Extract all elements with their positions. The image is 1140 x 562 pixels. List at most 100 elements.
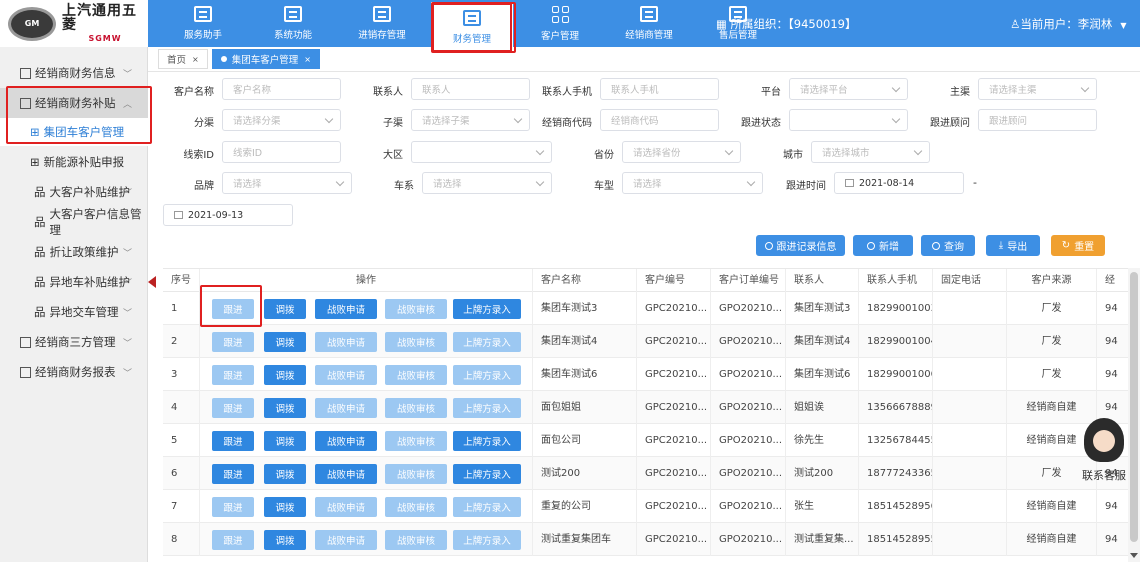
button-label: 查询 [944,242,964,253]
series-select[interactable]: 请选择 [422,172,552,194]
scroll-down-icon[interactable] [1130,553,1138,558]
defeat-review-button[interactable]: 战败审核 [385,299,447,319]
row-order-code: GPO20210... [711,457,786,490]
transfer-button[interactable]: 调拨 [264,530,306,550]
tab-group-car-customer[interactable]: 集团车客户管理 × [211,49,320,69]
tab-home[interactable]: 首页 × [158,49,208,69]
sidebar-item-group-car-customer[interactable]: ⊞ 集团车客户管理 [0,118,148,146]
branch-channel-select[interactable]: 请选择分渠 [222,109,341,131]
sidebar-collapse-toggle[interactable] [148,276,156,288]
transfer-button[interactable]: 调拨 [264,398,306,418]
defeat-review-button[interactable]: 战败审核 [385,332,447,352]
follow-up-button[interactable]: 跟进 [212,497,254,517]
plate-entry-button[interactable]: 上牌方录入 [453,299,521,319]
sidebar-item-new-energy-subsidy[interactable]: ⊞ 新能源补贴申报 [0,147,148,177]
table-row: 7 重复的公司 GPC20210... GPO20210... 张生 1851452895… [163,490,1140,523]
province-select[interactable]: 请选择省份 [622,141,741,163]
add-button[interactable]: 新增 [853,235,913,256]
transfer-button[interactable]: 调拨 [264,497,306,517]
follow-time-start[interactable]: 2021-08-14 [834,172,964,194]
defeat-apply-button[interactable]: 战败申请 [315,497,377,517]
defeat-apply-button[interactable]: 战败申请 [315,431,377,451]
follow-up-button[interactable]: 跟进 [212,530,254,550]
defeat-review-button[interactable]: 战败审核 [385,464,447,484]
nav-dealer[interactable]: 经销商管理 [608,0,690,47]
chevron-down-icon [324,114,334,124]
close-icon[interactable]: × [304,55,311,64]
defeat-review-button[interactable]: 战败审核 [385,398,447,418]
scrollbar-thumb[interactable] [1130,272,1138,542]
clue-id-input[interactable]: 线索ID [222,141,341,163]
defeat-apply-button[interactable]: 战败申请 [315,299,377,319]
defeat-apply-button[interactable]: 战败申请 [315,332,377,352]
city-select[interactable]: 请选择城市 [811,141,930,163]
follow-up-button[interactable]: 跟进 [212,431,254,451]
follow-time-end[interactable]: 2021-09-13 [163,204,293,226]
sidebar-item-dealer-third-party[interactable]: 经销商三方管理 ﹀ [0,327,148,357]
sidebar-item-remote-delivery[interactable]: 品异地交车管理 ﹀ [0,297,148,327]
customer-service-widget[interactable]: 联系客服 [1076,418,1132,488]
defeat-review-button[interactable]: 战败审核 [385,497,447,517]
row-customer-name: 面包姐姐 [533,391,637,424]
follow-up-button[interactable]: 跟进 [212,464,254,484]
table-scrollbar[interactable] [1128,268,1140,562]
reset-button[interactable]: ↻ 重置 [1051,235,1105,256]
plate-entry-button[interactable]: 上牌方录入 [453,431,521,451]
transfer-button[interactable]: 调拨 [264,332,306,352]
brand-select[interactable]: 请选择 [222,172,352,194]
platform-select[interactable]: 请选择平台 [789,78,908,100]
defeat-apply-button[interactable]: 战败申请 [315,464,377,484]
model-select[interactable]: 请选择 [622,172,763,194]
follow-up-button[interactable]: 跟进 [212,365,254,385]
nav-customer[interactable]: 客户管理 [519,0,601,47]
close-icon[interactable]: × [192,55,199,64]
sidebar-item-key-account-subsidy[interactable]: 品大客户补贴维护 ﹀ [0,177,148,207]
sub-channel-select[interactable]: 请选择子渠 [411,109,530,131]
plate-entry-button[interactable]: 上牌方录入 [453,464,521,484]
follow-up-button[interactable]: 跟进 [212,398,254,418]
nav-inventory[interactable]: 进销存管理 [341,0,423,47]
follow-status-select[interactable] [789,109,908,131]
row-contact: 测试重复集... [786,523,859,556]
follow-records-button[interactable]: 跟进记录信息 [756,235,845,256]
follow-up-button[interactable]: 跟进 [212,332,254,352]
customer-name-input[interactable]: 客户名称 [222,78,341,100]
transfer-button[interactable]: 调拨 [264,365,306,385]
transfer-button[interactable]: 调拨 [264,431,306,451]
plate-entry-button[interactable]: 上牌方录入 [453,398,521,418]
plate-entry-button[interactable]: 上牌方录入 [453,365,521,385]
sidebar-item-dealer-finance-info[interactable]: 经销商财务信息 ﹀ [0,58,148,88]
defeat-review-button[interactable]: 战败审核 [385,365,447,385]
plate-entry-button[interactable]: 上牌方录入 [453,332,521,352]
transfer-button[interactable]: 调拨 [264,464,306,484]
main-channel-select[interactable]: 请选择主渠 [978,78,1097,100]
logo-badge-text: GM [24,19,40,28]
export-button[interactable]: ⤓ 导出 [986,235,1040,256]
table-header: 序号 操作 客户名称 客户编号 客户订单编号 联系人 联系人手机 固定电话 客户… [163,268,1140,293]
sidebar-item-key-account-info[interactable]: 品大客户客户信息管理 [0,207,148,237]
user-menu[interactable]: ♙当前用户：李润林 ▼ [1010,16,1126,32]
defeat-review-button[interactable]: 战败审核 [385,530,447,550]
nav-service-assistant[interactable]: 服务助手 [162,0,244,47]
dealer-code-input[interactable]: 经销商代码 [600,109,719,131]
sidebar-item-discount-policy[interactable]: 品折让政策维护 ﹀ [0,237,148,267]
sidebar-item-dealer-finance-subsidy[interactable]: 经销商财务补贴 ︿ [0,88,148,118]
query-button[interactable]: 查询 [921,235,975,256]
contact-phone-input[interactable]: 联系人手机 [600,78,719,100]
defeat-apply-button[interactable]: 战败申请 [315,398,377,418]
follow-up-button[interactable]: 跟进 [212,299,254,319]
follow-advisor-input[interactable]: 跟进顾问 [978,109,1097,131]
nav-system-functions[interactable]: 系统功能 [252,0,334,47]
region-select[interactable] [411,141,552,163]
defeat-apply-button[interactable]: 战败申请 [315,365,377,385]
plate-entry-button[interactable]: 上牌方录入 [453,497,521,517]
contact-input[interactable]: 联系人 [411,78,530,100]
plate-entry-button[interactable]: 上牌方录入 [453,530,521,550]
nav-finance[interactable]: 财务管理 [431,2,513,53]
transfer-button[interactable]: 调拨 [264,299,306,319]
chevron-up-icon: ︿ [122,99,132,110]
defeat-review-button[interactable]: 战败审核 [385,431,447,451]
sidebar-item-remote-car-subsidy[interactable]: 品异地车补贴维护 ﹀ [0,267,148,297]
defeat-apply-button[interactable]: 战败申请 [315,530,377,550]
sidebar-item-dealer-finance-report[interactable]: 经销商财务报表 ﹀ [0,357,148,387]
